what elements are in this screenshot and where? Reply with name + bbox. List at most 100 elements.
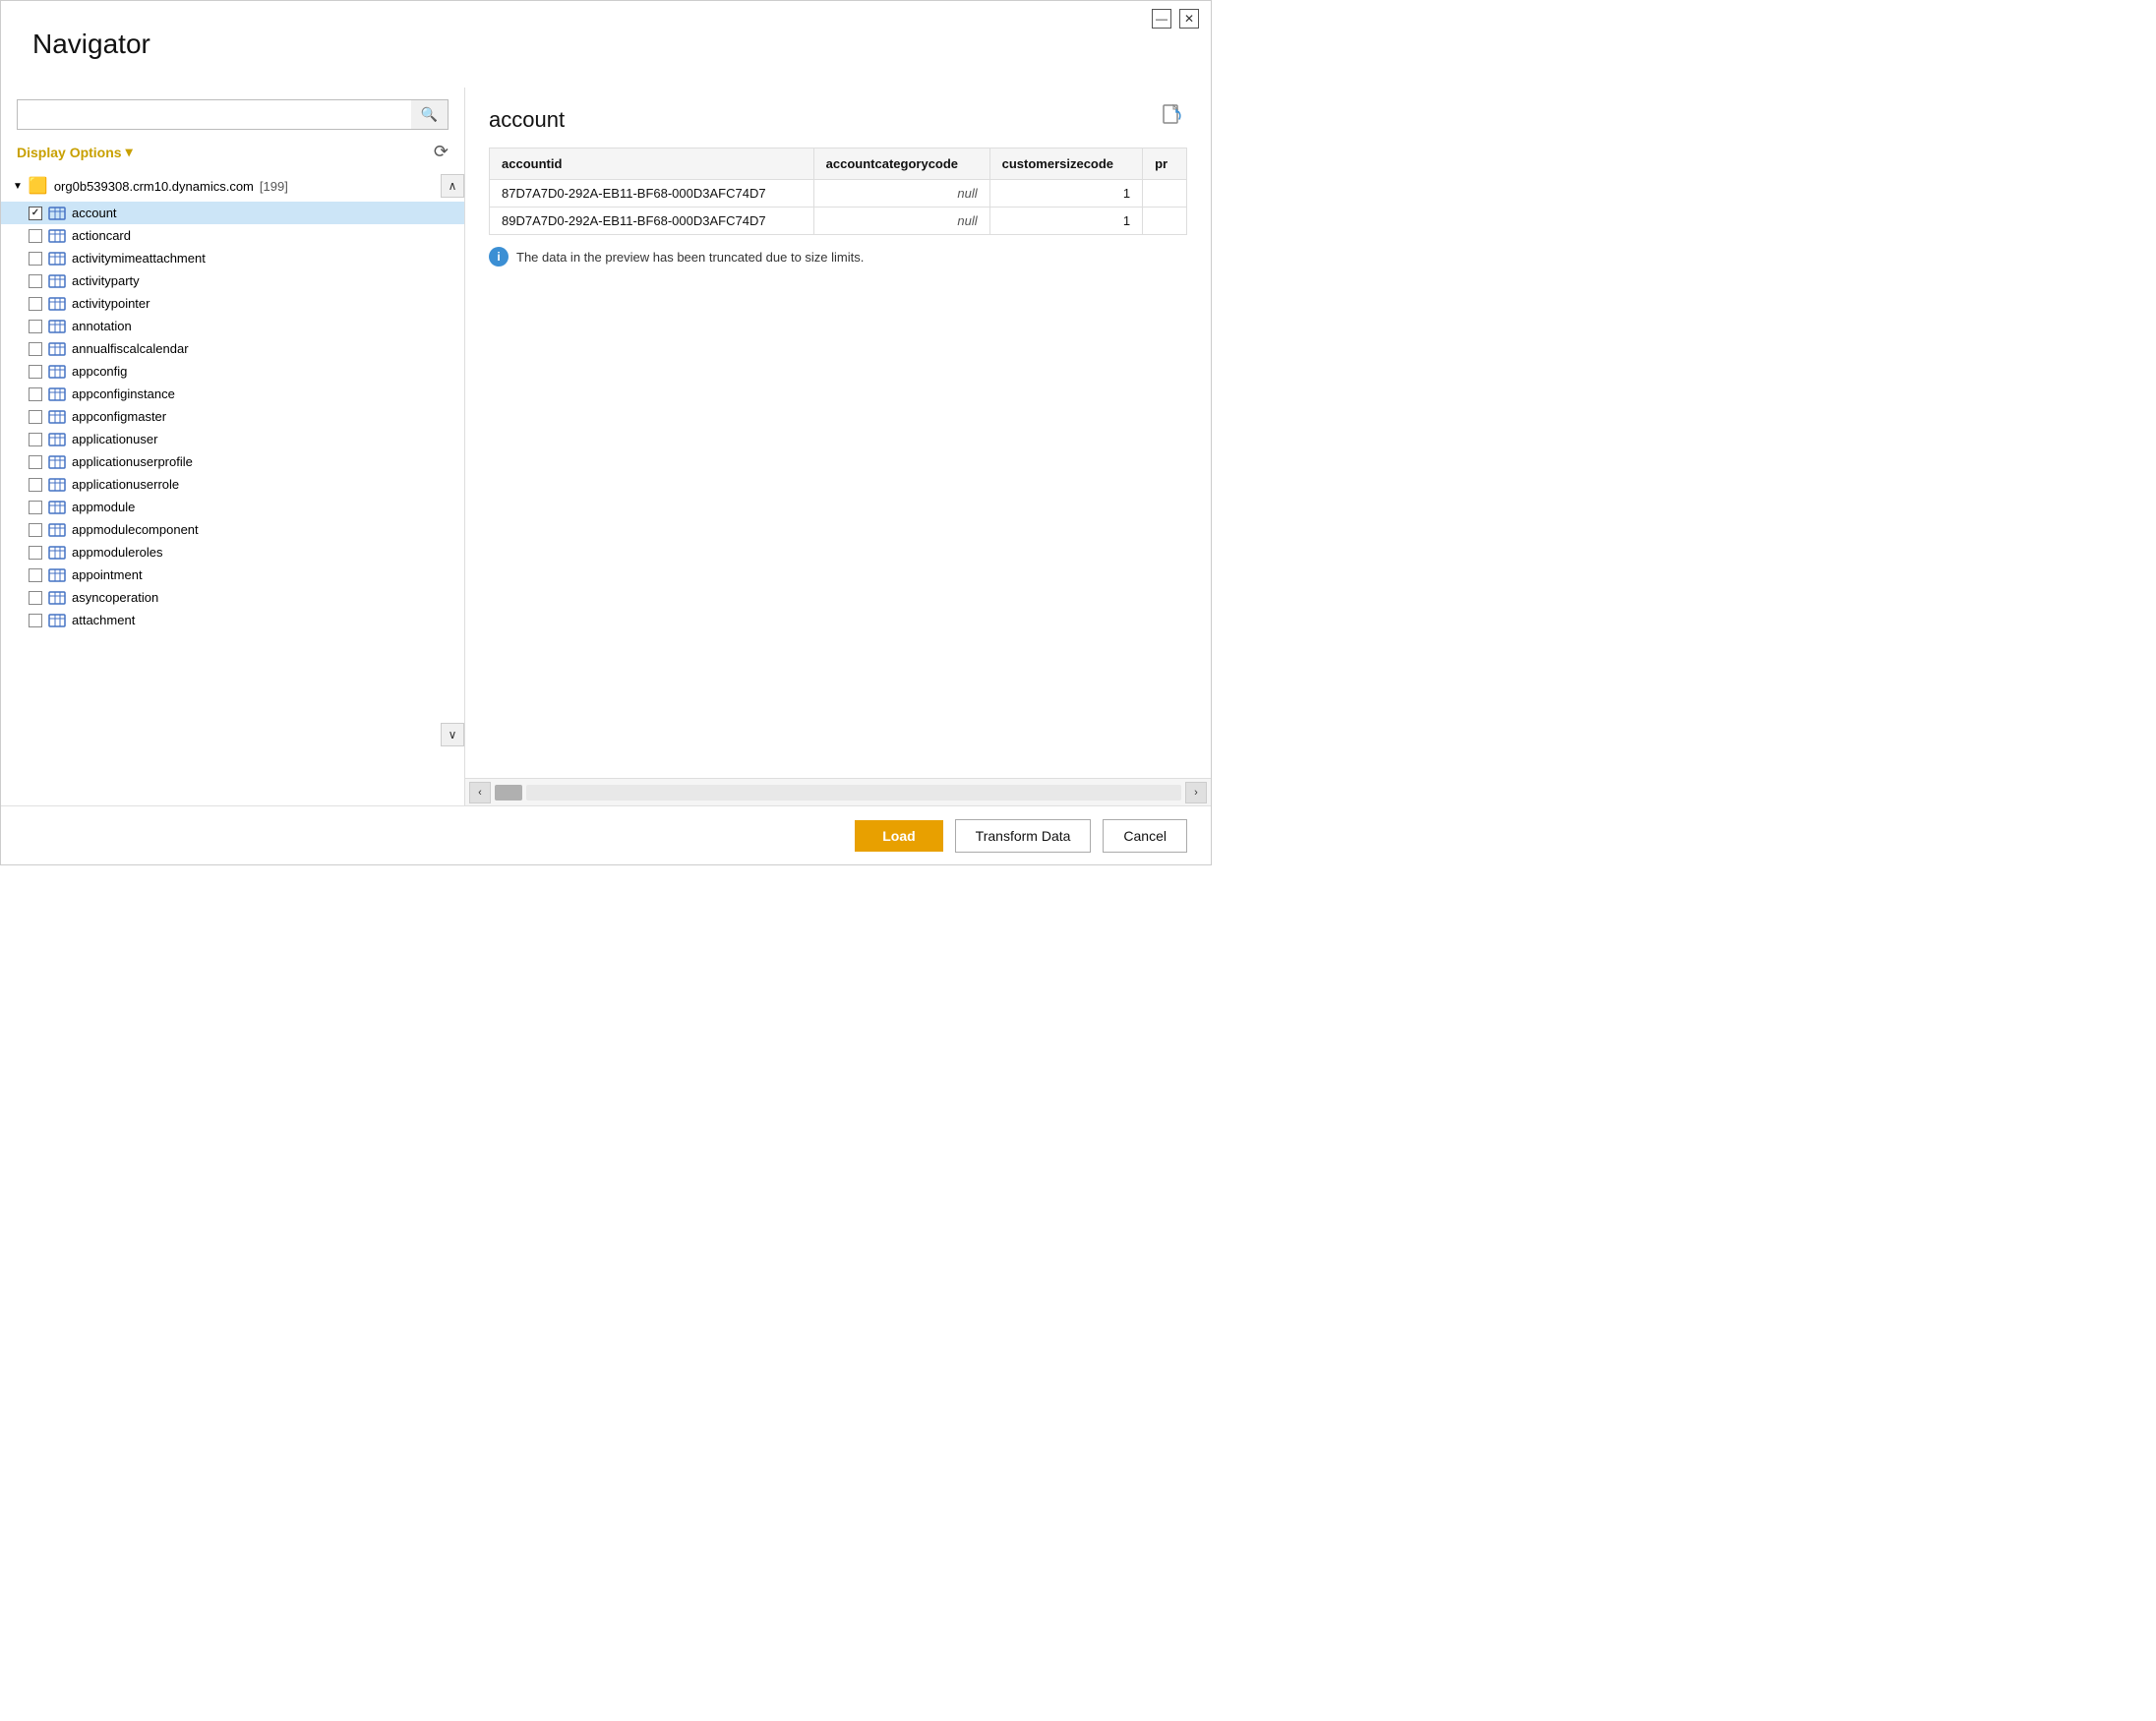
item-checkbox[interactable] bbox=[29, 433, 42, 446]
table-icon bbox=[48, 591, 66, 605]
item-checkbox[interactable] bbox=[29, 614, 42, 627]
item-label: appmodulecomponent bbox=[72, 522, 199, 537]
search-input[interactable] bbox=[18, 101, 411, 129]
table-icon bbox=[48, 568, 66, 582]
load-button[interactable]: Load bbox=[855, 820, 942, 852]
data-table: accountid accountcategorycode customersi… bbox=[489, 148, 1187, 235]
display-options-label: Display Options bbox=[17, 145, 122, 160]
list-item[interactable]: appconfiginstance bbox=[1, 383, 464, 405]
left-refresh-button[interactable]: ⟳ bbox=[434, 142, 449, 162]
list-item[interactable]: applicationuserprofile bbox=[1, 450, 464, 473]
preview-title: account bbox=[489, 107, 565, 133]
list-item[interactable]: applicationuser bbox=[1, 428, 464, 450]
item-label: applicationuserrole bbox=[72, 477, 179, 492]
item-label: activitypointer bbox=[72, 296, 150, 311]
list-item[interactable]: appconfig bbox=[1, 360, 464, 383]
list-item[interactable]: activitymimeattachment bbox=[1, 247, 464, 269]
item-label: account bbox=[72, 206, 117, 220]
list-item[interactable]: appmodule bbox=[1, 496, 464, 518]
table-icon bbox=[48, 229, 66, 243]
table-icon bbox=[48, 523, 66, 537]
item-checkbox[interactable] bbox=[29, 591, 42, 605]
item-checkbox[interactable] bbox=[29, 478, 42, 492]
table-icon bbox=[48, 614, 66, 627]
list-item[interactable]: annotation bbox=[1, 315, 464, 337]
list-item[interactable]: attachment bbox=[1, 609, 464, 631]
item-label: attachment bbox=[72, 613, 135, 627]
list-item[interactable]: asyncoperation bbox=[1, 586, 464, 609]
item-checkbox[interactable] bbox=[29, 365, 42, 379]
cell-sizecode-1: 1 bbox=[989, 180, 1142, 208]
item-checkbox[interactable] bbox=[29, 523, 42, 537]
col-accountid: accountid bbox=[490, 148, 814, 180]
table-icon bbox=[48, 478, 66, 492]
item-checkbox[interactable] bbox=[29, 546, 42, 560]
col-customersizecode: customersizecode bbox=[989, 148, 1142, 180]
table-icon bbox=[48, 455, 66, 469]
minimize-button[interactable]: ― bbox=[1152, 9, 1171, 29]
item-checkbox[interactable] bbox=[29, 207, 42, 220]
table-icon bbox=[48, 320, 66, 333]
item-checkbox[interactable] bbox=[29, 252, 42, 266]
item-checkbox[interactable] bbox=[29, 501, 42, 514]
display-options-row: Display Options ▾ ⟳ bbox=[1, 138, 464, 170]
item-checkbox[interactable] bbox=[29, 342, 42, 356]
cancel-button[interactable]: Cancel bbox=[1103, 819, 1187, 853]
list-item[interactable]: appmodulecomponent bbox=[1, 518, 464, 541]
scroll-up-button[interactable]: ∧ bbox=[441, 174, 464, 198]
item-checkbox[interactable] bbox=[29, 387, 42, 401]
list-item[interactable]: applicationuserrole bbox=[1, 473, 464, 496]
list-item[interactable]: annualfiscalcalendar bbox=[1, 337, 464, 360]
cell-sizecode-2: 1 bbox=[989, 208, 1142, 235]
item-label: asyncoperation bbox=[72, 590, 158, 605]
truncate-text: The data in the preview has been truncat… bbox=[516, 250, 864, 265]
titlebar: ― ✕ bbox=[1140, 1, 1211, 36]
scroll-track[interactable] bbox=[526, 785, 1181, 801]
list-item[interactable]: account bbox=[1, 202, 464, 224]
search-button[interactable]: 🔍 bbox=[411, 100, 448, 129]
item-label: annualfiscalcalendar bbox=[72, 341, 189, 356]
list-item[interactable]: activitypointer bbox=[1, 292, 464, 315]
preview-refresh-button[interactable] bbox=[1160, 103, 1187, 136]
collapse-icon: ▼ bbox=[13, 181, 23, 192]
table-icon bbox=[48, 252, 66, 266]
item-checkbox[interactable] bbox=[29, 568, 42, 582]
list-item[interactable]: activityparty bbox=[1, 269, 464, 292]
cell-accountid-1: 87D7A7D0-292A-EB11-BF68-000D3AFC74D7 bbox=[490, 180, 814, 208]
scroll-right-button[interactable]: › bbox=[1185, 782, 1207, 803]
item-checkbox[interactable] bbox=[29, 320, 42, 333]
item-label: activityparty bbox=[72, 273, 140, 288]
item-checkbox[interactable] bbox=[29, 455, 42, 469]
item-checkbox[interactable] bbox=[29, 274, 42, 288]
item-checkbox[interactable] bbox=[29, 297, 42, 311]
tree-container[interactable]: ▼ 🟨 org0b539308.crm10.dynamics.com [199]… bbox=[1, 170, 464, 805]
table-icon bbox=[48, 410, 66, 424]
cell-categorycode-1: null bbox=[813, 180, 989, 208]
chevron-down-icon: ▾ bbox=[126, 144, 133, 160]
scroll-left-button[interactable]: ‹ bbox=[469, 782, 491, 803]
item-label: appmodule bbox=[72, 500, 135, 514]
close-button[interactable]: ✕ bbox=[1179, 9, 1199, 29]
tree-root-count: [199] bbox=[260, 179, 288, 194]
list-item[interactable]: appointment bbox=[1, 564, 464, 586]
list-item[interactable]: appconfigmaster bbox=[1, 405, 464, 428]
item-label: annotation bbox=[72, 319, 132, 333]
transform-data-button[interactable]: Transform Data bbox=[955, 819, 1092, 853]
scroll-thumb[interactable] bbox=[495, 785, 522, 801]
table-header-row: accountid accountcategorycode customersi… bbox=[490, 148, 1187, 180]
table-icon bbox=[48, 274, 66, 288]
truncate-notice: i The data in the preview has been trunc… bbox=[489, 247, 1187, 267]
item-label: appointment bbox=[72, 567, 143, 582]
table-icon bbox=[48, 501, 66, 514]
scroll-down-button[interactable]: ∨ bbox=[441, 723, 464, 746]
tree-root[interactable]: ▼ 🟨 org0b539308.crm10.dynamics.com [199] bbox=[1, 170, 464, 202]
item-checkbox[interactable] bbox=[29, 410, 42, 424]
list-item[interactable]: actioncard bbox=[1, 224, 464, 247]
item-label: actioncard bbox=[72, 228, 131, 243]
item-checkbox[interactable] bbox=[29, 229, 42, 243]
list-item[interactable]: appmoduleroles bbox=[1, 541, 464, 564]
item-label: applicationuser bbox=[72, 432, 157, 446]
table-icon bbox=[48, 342, 66, 356]
info-icon: i bbox=[489, 247, 509, 267]
display-options-button[interactable]: Display Options ▾ bbox=[17, 144, 133, 160]
